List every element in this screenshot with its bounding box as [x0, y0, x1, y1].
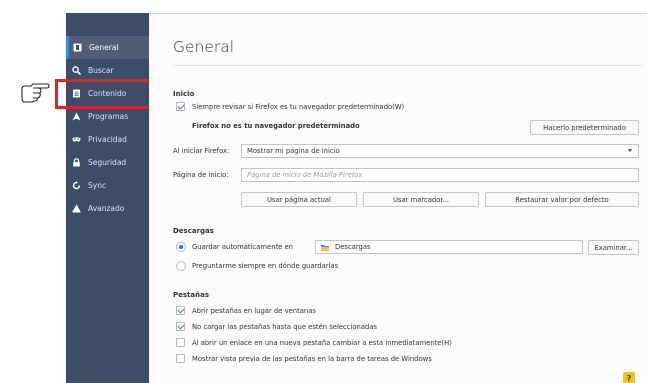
home-page-label: Página de inicio: — [173, 171, 229, 179]
firefox-options-window: General Buscar Contenido Programas Priva… — [0, 0, 647, 383]
sidebar-item-seguridad[interactable]: Seguridad — [66, 151, 149, 174]
sidebar-item-label: Avanzado — [88, 204, 125, 213]
privacy-mask-icon — [72, 135, 81, 144]
highlight-box — [55, 79, 152, 109]
sidebar-item-label: Programas — [88, 112, 129, 121]
download-folder-value: Descargas — [335, 243, 371, 251]
section-heading-descargas: Descargas — [173, 227, 214, 235]
download-folder-field[interactable]: Descargas — [315, 240, 583, 254]
taskbar-preview-label: Mostrar vista previa de las pestañas en … — [192, 355, 432, 363]
save-auto-label: Guardar automáticamente en — [192, 243, 293, 251]
home-page-placeholder: Página de inicio de Mozilla Firefox — [247, 171, 363, 179]
save-auto-radio[interactable] — [176, 242, 186, 252]
sidebar: General Buscar Contenido Programas Priva… — [66, 13, 149, 383]
switch-tab-checkbox[interactable] — [176, 338, 185, 347]
sidebar-item-label: General — [89, 43, 119, 52]
default-browser-checkbox[interactable] — [176, 102, 185, 111]
sync-icon — [72, 181, 81, 190]
restore-default-button[interactable]: Restaurar valor por defecto — [485, 192, 639, 207]
open-tabs-checkbox[interactable] — [176, 306, 185, 315]
sidebar-item-label: Seguridad — [88, 158, 127, 167]
folder-icon — [321, 244, 329, 251]
general-icon — [73, 43, 82, 52]
use-current-page-button[interactable]: Usar página actual — [241, 192, 357, 207]
lock-icon — [72, 158, 81, 167]
startup-select[interactable]: Mostrar mi página de inicio — [241, 144, 639, 158]
page-title: General — [173, 38, 235, 56]
lazy-load-label: No cargar las pestañas hasta que estén s… — [192, 323, 378, 331]
section-heading-inicio: Inicio — [173, 90, 195, 98]
use-bookmark-button[interactable]: Usar marcador... — [363, 192, 479, 207]
startup-select-value: Mostrar mi página de inicio — [247, 147, 340, 155]
sidebar-item-sync[interactable]: Sync — [66, 174, 149, 197]
search-icon — [72, 66, 81, 75]
sidebar-item-general[interactable]: General — [66, 36, 149, 59]
main-panel: General Inicio Siempre revisar si Firefo… — [149, 13, 647, 383]
section-heading-pestanas: Pestañas — [173, 291, 209, 299]
home-page-input[interactable]: Página de inicio de Mozilla Firefox — [241, 168, 639, 182]
not-default-text: Firefox no es tu navegador predeterminad… — [192, 122, 360, 130]
sidebar-item-avanzado[interactable]: Avanzado — [66, 197, 149, 220]
pointing-hand-icon — [21, 83, 50, 103]
help-button[interactable]: ? — [623, 372, 635, 383]
sidebar-item-label: Privacidad — [88, 135, 127, 144]
taskbar-preview-checkbox[interactable] — [176, 354, 185, 363]
open-tabs-label: Abrir pestañas en lugar de ventanas — [192, 307, 316, 315]
browse-button[interactable]: Examinar... — [588, 240, 639, 255]
default-browser-label: Siempre revisar si Firefox es tu navegad… — [192, 103, 405, 111]
lazy-load-checkbox[interactable] — [176, 322, 185, 331]
title-divider — [173, 65, 643, 66]
sidebar-item-privacidad[interactable]: Privacidad — [66, 128, 149, 151]
applications-icon — [72, 112, 81, 121]
sidebar-item-label: Sync — [88, 181, 107, 190]
sidebar-item-label: Buscar — [88, 66, 114, 75]
make-default-button[interactable]: Hacerlo predeterminado — [530, 120, 639, 135]
always-ask-label: Preguntarme siempre en dónde guardarlas — [192, 262, 339, 270]
chevron-down-icon — [628, 149, 632, 152]
switch-tab-label: Al abrir un enlace en una nueva pestaña … — [192, 339, 452, 347]
always-ask-radio[interactable] — [176, 261, 186, 271]
startup-label: Al iniciar Firefox: — [173, 147, 230, 155]
advanced-icon — [72, 204, 81, 213]
